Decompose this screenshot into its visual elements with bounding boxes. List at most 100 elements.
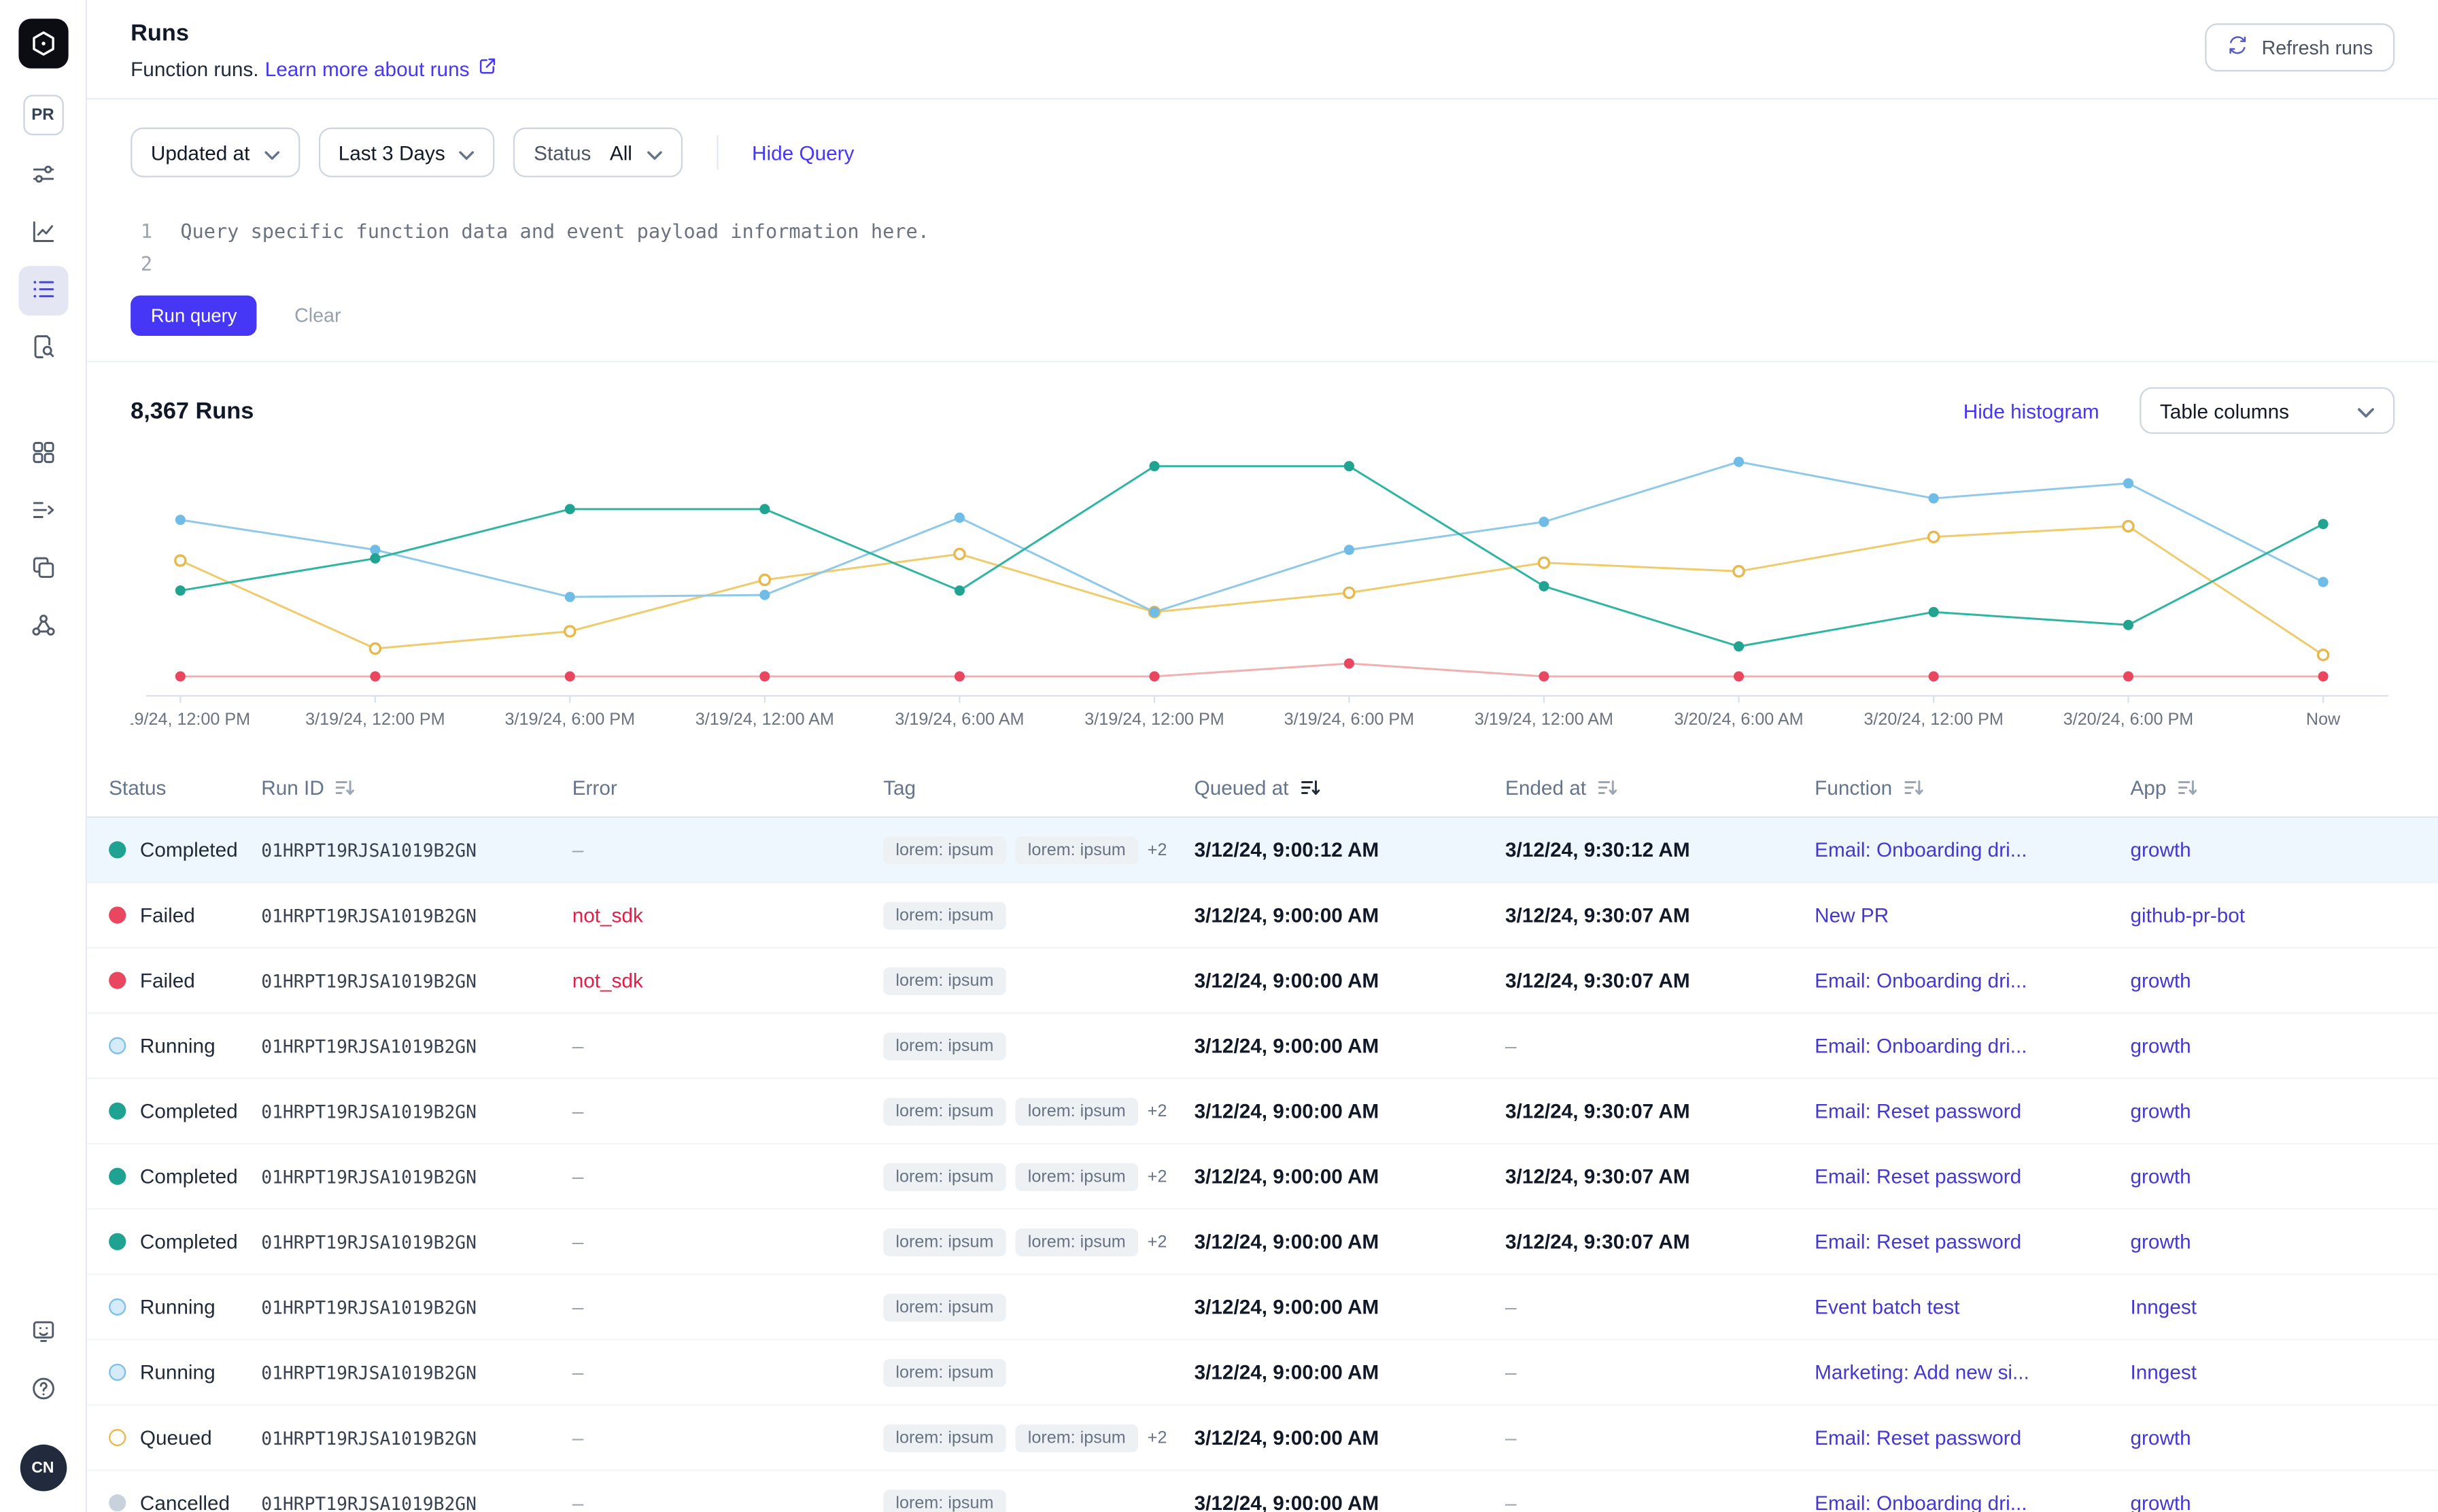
app-link[interactable]: growth [2130, 838, 2438, 861]
column-header-ended-at[interactable]: Ended at [1505, 776, 1815, 799]
sort-icon[interactable] [1597, 778, 1617, 798]
status-cell: Running [109, 1034, 261, 1057]
table-row[interactable]: Failed01HRPT19RJSA1019B2GNnot_sdklorem: … [87, 948, 2438, 1014]
svg-text:3/19/24, 12:00 PM: 3/19/24, 12:00 PM [131, 710, 250, 729]
queued-at-cell: 3/12/24, 9:00:00 AM [1195, 1426, 1505, 1449]
sort-icon[interactable] [1299, 778, 1320, 798]
apps-grid-icon [29, 438, 56, 470]
tag-pill: lorem: ipsum [883, 1032, 1006, 1060]
column-header-queued-at[interactable]: Queued at [1195, 776, 1505, 799]
queued-at-cell: 3/12/24, 9:00:00 AM [1195, 969, 1505, 992]
sidebar-item-runs[interactable] [18, 266, 67, 315]
ended-at-cell: – [1505, 1360, 1815, 1384]
error-cell: – [572, 1491, 883, 1512]
sidebar-item-docs[interactable] [18, 545, 67, 594]
function-link[interactable]: Event batch test [1815, 1295, 2130, 1318]
workspace-badge[interactable]: PR [22, 95, 63, 135]
status-cell: Failed [109, 969, 261, 992]
app-link[interactable]: growth [2130, 1034, 2438, 1057]
sort-icon[interactable] [2177, 778, 2197, 798]
column-label: App [2130, 776, 2166, 799]
status-label: Completed [140, 838, 238, 861]
sidebar-item-event-search[interactable] [18, 324, 67, 373]
sidebar-item-help[interactable] [18, 1365, 67, 1415]
sidebar-item-metrics[interactable] [18, 208, 67, 258]
app-link[interactable]: growth [2130, 969, 2438, 992]
column-header-run-id[interactable]: Run ID [261, 776, 572, 799]
app-cell: growth [2130, 1426, 2438, 1449]
function-link[interactable]: Email: Reset password [1815, 1165, 2130, 1188]
ended-at-cell: 3/12/24, 9:30:07 AM [1505, 1165, 1815, 1188]
error-cell: – [572, 1230, 883, 1253]
metrics-icon [29, 217, 56, 250]
app-link[interactable]: growth [2130, 1426, 2438, 1449]
app-link[interactable]: github-pr-bot [2130, 904, 2438, 927]
function-link[interactable]: New PR [1815, 904, 2130, 927]
svg-text:3/19/24, 12:00 PM: 3/19/24, 12:00 PM [305, 710, 445, 729]
query-placeholder-text: Query specific function data and event p… [180, 215, 929, 247]
function-link[interactable]: Marketing: Add new si... [1815, 1360, 2130, 1384]
sidebar-item-functions[interactable] [18, 487, 67, 536]
function-link[interactable]: Email: Reset password [1815, 1099, 2130, 1122]
page-subtitle: Function runs. Learn more about runs [131, 56, 498, 81]
table-header-row: StatusRun ID ErrorTagQueued at Ended at … [87, 759, 2438, 818]
timefield-dropdown[interactable]: Updated at [131, 128, 299, 177]
sidebar-item-webhooks[interactable] [18, 602, 67, 651]
tags-overflow-count: +2 [1148, 1428, 1167, 1447]
hide-histogram-link[interactable]: Hide histogram [1963, 399, 2099, 422]
table-row[interactable]: Completed01HRPT19RJSA1019B2GN–lorem: ips… [87, 1079, 2438, 1144]
sidebar-item-filters[interactable] [18, 151, 67, 201]
run-id: 01HRPT19RJSA1019B2GN [261, 839, 572, 861]
table-row[interactable]: Completed01HRPT19RJSA1019B2GN–lorem: ips… [87, 1209, 2438, 1275]
table-row[interactable]: Running01HRPT19RJSA1019B2GN–lorem: ipsum… [87, 1014, 2438, 1079]
function-link[interactable]: Email: Onboarding dri... [1815, 838, 2130, 861]
ended-at-cell: 3/12/24, 9:30:07 AM [1505, 1230, 1815, 1253]
table-columns-dropdown[interactable]: Table columns [2140, 388, 2394, 434]
refresh-runs-button[interactable]: Refresh runs [2205, 23, 2394, 71]
app-link[interactable]: growth [2130, 1099, 2438, 1122]
app-link[interactable]: Inngest [2130, 1360, 2438, 1384]
tag-pill: lorem: ipsum [883, 1358, 1006, 1386]
app-link[interactable]: Inngest [2130, 1295, 2438, 1318]
column-header-app[interactable]: App [2130, 776, 2438, 799]
function-link[interactable]: Email: Onboarding dri... [1815, 969, 2130, 992]
function-link[interactable]: Email: Reset password [1815, 1426, 2130, 1449]
inngest-logo-icon[interactable] [18, 18, 67, 68]
sidebar-item-apps[interactable] [18, 429, 67, 479]
query-editor[interactable]: 1 Query specific function data and event… [87, 190, 2438, 280]
table-row[interactable]: Completed01HRPT19RJSA1019B2GN–lorem: ips… [87, 1144, 2438, 1209]
status-filter-dropdown[interactable]: All [604, 141, 681, 164]
run-id: 01HRPT19RJSA1019B2GN [261, 1492, 572, 1512]
sidebar-nav [18, 151, 67, 651]
app-link[interactable]: growth [2130, 1491, 2438, 1512]
clear-query-button[interactable]: Clear [285, 303, 350, 328]
sort-icon[interactable] [1903, 778, 1923, 798]
function-link[interactable]: Email: Onboarding dri... [1815, 1491, 2130, 1512]
table-row[interactable]: Queued01HRPT19RJSA1019B2GN–lorem: ipsuml… [87, 1406, 2438, 1471]
sidebar-item-support[interactable] [18, 1308, 67, 1358]
user-avatar[interactable]: CN [20, 1445, 67, 1492]
svg-text:3/20/24, 6:00 AM: 3/20/24, 6:00 AM [1675, 710, 1804, 729]
function-link[interactable]: Email: Reset password [1815, 1230, 2130, 1253]
table-row[interactable]: Cancelled01HRPT19RJSA1019B2GN–lorem: ips… [87, 1471, 2438, 1512]
sort-icon[interactable] [335, 778, 356, 798]
hide-query-link[interactable]: Hide Query [752, 141, 854, 164]
app-cell: growth [2130, 1230, 2438, 1253]
run-query-button[interactable]: Run query [131, 296, 257, 336]
app-link[interactable]: growth [2130, 1165, 2438, 1188]
table-row[interactable]: Running01HRPT19RJSA1019B2GN–lorem: ipsum… [87, 1275, 2438, 1341]
status-filter-value: All [610, 141, 632, 164]
function-link[interactable]: Email: Onboarding dri... [1815, 1034, 2130, 1057]
tags-overflow-count: +2 [1148, 1167, 1167, 1186]
table-row[interactable]: Completed01HRPT19RJSA1019B2GN–lorem: ips… [87, 818, 2438, 883]
column-header-function[interactable]: Function [1815, 776, 2130, 799]
table-row[interactable]: Running01HRPT19RJSA1019B2GN–lorem: ipsum… [87, 1341, 2438, 1406]
table-row[interactable]: Failed01HRPT19RJSA1019B2GNnot_sdklorem: … [87, 883, 2438, 948]
svg-text:3/19/24, 6:00 PM: 3/19/24, 6:00 PM [1284, 710, 1414, 729]
status-cell: Running [109, 1360, 261, 1384]
status-label: Failed [140, 904, 195, 927]
learn-more-link[interactable]: Learn more about runs [265, 56, 498, 81]
function-cell: Email: Reset password [1815, 1426, 2130, 1449]
app-link[interactable]: growth [2130, 1230, 2438, 1253]
timerange-dropdown[interactable]: Last 3 Days [318, 128, 495, 177]
